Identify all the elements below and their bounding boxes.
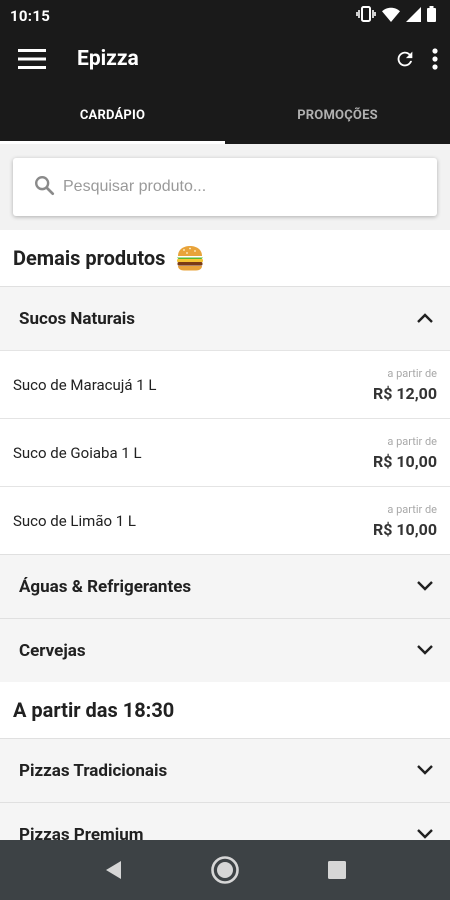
battery-icon xyxy=(427,6,436,26)
price-prefix: a partir de xyxy=(387,502,437,516)
price-prefix: a partir de xyxy=(387,434,437,448)
app-bar: Epizza xyxy=(0,32,450,86)
category-label: Sucos Naturais xyxy=(19,308,136,329)
system-nav-bar xyxy=(0,840,450,900)
price-prefix: a partir de xyxy=(387,366,437,380)
category-label: Pizzas Premium xyxy=(19,824,144,841)
category-sucos-naturais[interactable]: Sucos Naturais xyxy=(0,286,450,350)
refresh-icon[interactable] xyxy=(394,48,416,70)
product-row[interactable]: Suco de Maracujá 1 L a partir de R$ 12,0… xyxy=(0,350,450,418)
section-title-demais-produtos: Demais produtos xyxy=(0,230,450,286)
search-box[interactable] xyxy=(13,158,437,216)
more-vert-icon[interactable] xyxy=(432,48,438,70)
product-price: R$ 12,00 xyxy=(372,383,437,403)
status-time: 10:15 xyxy=(10,7,51,25)
product-name: Suco de Maracujá 1 L xyxy=(13,375,157,394)
section-title-a-partir-das: A partir das 18:30 xyxy=(0,682,450,738)
product-price: R$ 10,00 xyxy=(372,451,437,471)
vibrate-icon xyxy=(356,6,376,26)
product-price: R$ 10,00 xyxy=(372,519,437,539)
product-price-block: a partir de R$ 10,00 xyxy=(373,435,437,471)
home-icon[interactable] xyxy=(169,855,281,885)
tab-promocoes[interactable]: PROMOÇÕES xyxy=(225,86,450,144)
category-label: Águas & Refrigerantes xyxy=(19,576,192,597)
section-title-label: A partir das 18:30 xyxy=(13,698,175,722)
chevron-up-icon xyxy=(416,309,434,328)
category-pizzas-premium[interactable]: Pizzas Premium xyxy=(0,802,450,840)
status-bar: 10:15 xyxy=(0,0,450,32)
product-row[interactable]: Suco de Limão 1 L a partir de R$ 10,00 xyxy=(0,486,450,554)
tab-bar: CARDÁPIO PROMOÇÕES xyxy=(0,86,450,144)
chevron-down-icon xyxy=(416,761,434,780)
category-cervejas[interactable]: Cervejas xyxy=(0,618,450,682)
back-icon[interactable] xyxy=(57,859,169,881)
category-aguas-refrigerantes[interactable]: Águas & Refrigerantes xyxy=(0,554,450,618)
app-title: Epizza xyxy=(77,47,139,71)
category-pizzas-tradicionais[interactable]: Pizzas Tradicionais xyxy=(0,738,450,802)
recents-icon[interactable] xyxy=(281,860,393,880)
signal-icon xyxy=(406,6,421,26)
search-icon xyxy=(33,174,55,200)
wifi-icon xyxy=(382,7,400,26)
tab-cardapio[interactable]: CARDÁPIO xyxy=(0,86,225,144)
product-price-block: a partir de R$ 10,00 xyxy=(373,503,437,539)
product-name: Suco de Goiaba 1 L xyxy=(13,443,142,462)
product-price-block: a partir de R$ 12,00 xyxy=(373,367,437,403)
status-icons xyxy=(356,6,436,26)
burger-icon xyxy=(175,245,205,271)
chevron-down-icon xyxy=(416,641,434,660)
search-input[interactable] xyxy=(63,178,421,196)
menu-content[interactable]: Demais produtos Sucos Naturais Suco de M… xyxy=(0,144,450,840)
category-label: Cervejas xyxy=(19,640,86,661)
section-title-label: Demais produtos xyxy=(13,246,166,270)
chevron-down-icon xyxy=(416,577,434,596)
product-name: Suco de Limão 1 L xyxy=(13,511,136,530)
search-container xyxy=(0,144,450,230)
menu-icon[interactable] xyxy=(18,48,46,70)
chevron-down-icon xyxy=(416,825,434,840)
category-label: Pizzas Tradicionais xyxy=(19,760,168,781)
product-row[interactable]: Suco de Goiaba 1 L a partir de R$ 10,00 xyxy=(0,418,450,486)
